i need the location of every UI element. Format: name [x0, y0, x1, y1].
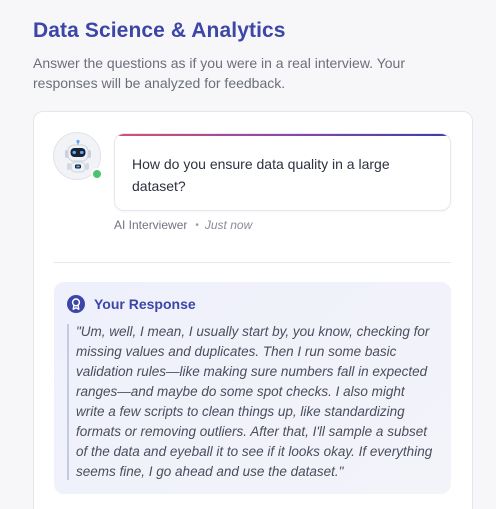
response-text: "Um, well, I mean, I usually start by, y… — [76, 324, 433, 479]
interviewer-name: AI Interviewer — [114, 218, 188, 232]
message-meta: AI Interviewer • Just now — [114, 218, 252, 232]
meta-separator: • — [195, 219, 199, 231]
question-bubble: How do you ensure data quality in a larg… — [114, 133, 451, 211]
online-status-indicator — [91, 168, 103, 180]
interview-card: How do you ensure data quality in a larg… — [33, 111, 473, 509]
quote-bar — [67, 324, 69, 480]
bubble-accent-bar — [115, 134, 450, 136]
page-subtitle: Answer the questions as if you were in a… — [33, 55, 405, 91]
message-timestamp: Just now — [204, 218, 253, 232]
response-panel: Your Response "Um, well, I mean, I usual… — [54, 282, 451, 494]
page-title: Data Science & Analytics — [33, 19, 286, 42]
interview-question: How do you ensure data quality in a larg… — [132, 156, 390, 194]
award-badge-icon — [67, 295, 85, 313]
interviewer-avatar — [53, 132, 103, 180]
section-divider — [54, 262, 451, 263]
response-title: Your Response — [94, 296, 196, 312]
